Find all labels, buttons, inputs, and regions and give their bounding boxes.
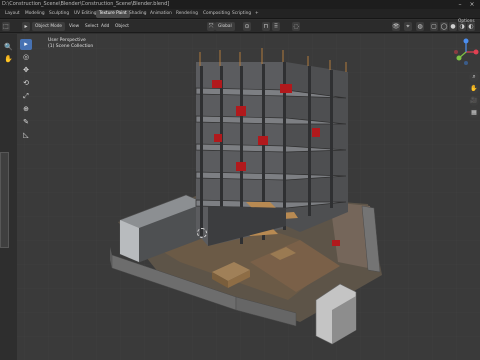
options-button[interactable]: Options xyxy=(458,19,475,24)
close-icon[interactable]: × xyxy=(468,1,476,8)
workspace-tabs-bar: Layout Modeling Sculpting UV Editing Tex… xyxy=(0,9,480,19)
menu-view[interactable]: View xyxy=(66,22,82,31)
3d-viewport[interactable] xyxy=(0,34,480,360)
red-equipment xyxy=(332,240,340,246)
viewport-header: ⬚ ▸ Object Mode View Select Add Object ⤧… xyxy=(0,20,480,33)
tab-scripting[interactable]: Scripting xyxy=(229,10,254,18)
z-axis-handle xyxy=(463,38,469,44)
snap-icon[interactable]: ⊓ xyxy=(262,22,270,31)
mode-dropdown[interactable]: Object Mode xyxy=(32,22,66,31)
shading-solid-icon[interactable]: ● xyxy=(449,22,457,31)
move-icon[interactable]: ✥ xyxy=(20,65,32,76)
scale-icon[interactable]: ⤢ xyxy=(20,91,32,102)
pan-icon[interactable]: ✋ xyxy=(469,84,479,94)
proportional-edit-icon[interactable]: ◌ xyxy=(292,22,300,31)
orientation-dropdown[interactable]: Global xyxy=(215,22,235,31)
window-title: D:\Construction_Scene\Blender\Constructi… xyxy=(2,1,170,7)
tab-compositing[interactable]: Compositing xyxy=(200,10,233,18)
tab-animation[interactable]: Animation xyxy=(147,10,175,18)
zoom-icon[interactable]: ⌕ xyxy=(469,72,479,82)
tab-layout[interactable]: Layout xyxy=(2,10,23,18)
3d-cursor-marker xyxy=(197,228,207,238)
gizmo-toggle-icon[interactable]: ⌖ xyxy=(404,22,412,31)
visibility-icon[interactable]: 👁 xyxy=(392,22,400,31)
tab-rendering[interactable]: Rendering xyxy=(173,10,201,18)
menu-object[interactable]: Object xyxy=(112,22,132,31)
camera-view-icon[interactable]: 🎥 xyxy=(469,96,479,106)
add-workspace-button[interactable]: + xyxy=(252,10,262,18)
tab-shading[interactable]: Shading xyxy=(126,10,149,18)
shading-wireframe-icon[interactable]: ◯ xyxy=(440,22,448,31)
collection-label: (1) Scene Collection xyxy=(48,44,94,49)
xray-icon[interactable]: ▢ xyxy=(430,22,438,31)
annotate-icon[interactable]: ✎ xyxy=(20,117,32,128)
snap-target-icon[interactable]: ⠿ xyxy=(272,22,280,31)
tool-shelf: ▸ ◎ ✥ ⟲ ⤢ ⊕ ✎ ◺ xyxy=(20,39,34,143)
transform-icon[interactable]: ⊕ xyxy=(20,104,32,115)
search-icon[interactable]: 🔍 xyxy=(3,42,14,52)
scene-render xyxy=(0,34,480,360)
tab-sculpting[interactable]: Sculpting xyxy=(46,10,72,18)
editor-type-icon[interactable]: ⬚ xyxy=(2,22,10,31)
perspective-toggle-icon[interactable]: ▦ xyxy=(469,108,479,118)
select-cursor-icon[interactable]: ▸ xyxy=(20,39,32,50)
side-panel-tab[interactable] xyxy=(0,152,9,248)
rotate-icon[interactable]: ⟲ xyxy=(20,78,32,89)
overlay-toggle-icon[interactable]: ◍ xyxy=(416,22,424,31)
minimize-icon[interactable]: – xyxy=(456,1,464,8)
viewport-info: User Perspective (1) Scene Collection xyxy=(48,38,93,50)
navigation-gizmo[interactable] xyxy=(452,38,480,66)
tab-texture-paint[interactable]: Texture Paint xyxy=(96,10,130,18)
pivot-icon[interactable]: ⊙ xyxy=(243,22,251,31)
hand-pan-icon[interactable]: ✋ xyxy=(3,54,14,64)
measure-icon[interactable]: ◺ xyxy=(20,130,32,141)
tab-modeling[interactable]: Modeling xyxy=(22,10,48,18)
y-axis-handle xyxy=(456,55,462,61)
menu-add[interactable]: Add xyxy=(98,22,112,31)
x-axis-handle xyxy=(473,49,479,55)
title-bar: D:\Construction_Scene\Blender\Constructi… xyxy=(0,0,480,9)
orientation-icon[interactable]: ⤧ xyxy=(207,22,215,31)
select-box-icon[interactable]: ▸ xyxy=(22,22,30,31)
cursor-icon[interactable]: ◎ xyxy=(20,52,32,63)
